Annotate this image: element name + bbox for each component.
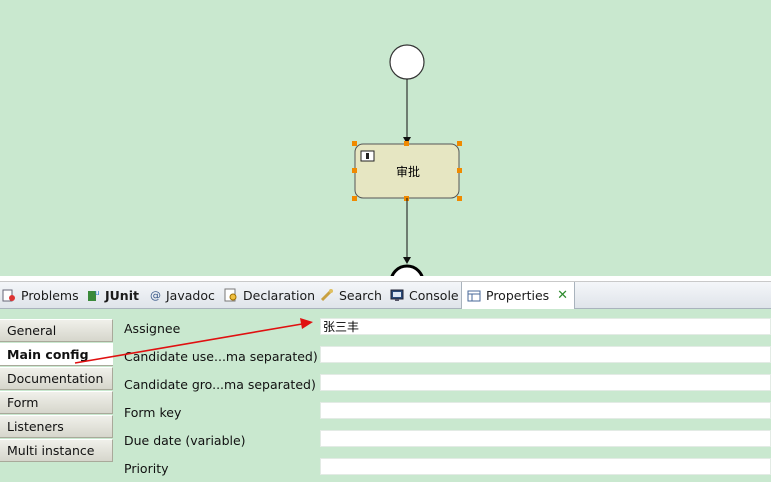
search-icon	[320, 288, 334, 302]
tab-label: Properties	[486, 288, 550, 303]
priority-label: Priority	[124, 461, 169, 476]
priority-field[interactable]	[320, 458, 771, 475]
due-date-field[interactable]	[320, 430, 771, 447]
end-event	[390, 264, 424, 276]
declaration-icon	[224, 288, 238, 302]
side-tab-form[interactable]: Form	[0, 391, 113, 414]
svg-text:u: u	[95, 289, 99, 297]
tab-label: Javadoc	[166, 287, 215, 303]
start-event	[389, 44, 425, 80]
tab-search[interactable]: Search	[320, 282, 382, 308]
side-tab-label: General	[7, 323, 57, 338]
sequence-flow-2-arrowhead	[403, 257, 411, 264]
tab-label: Declaration	[243, 287, 316, 303]
tab-label: Search	[339, 287, 382, 303]
side-tab-label: Listeners	[7, 419, 64, 434]
due-date-label: Due date (variable)	[124, 433, 246, 448]
side-tab-label: Form	[7, 395, 39, 410]
candidate-users-field[interactable]	[320, 346, 771, 363]
properties-side-tabs: General Main config Documentation Form L…	[0, 309, 114, 482]
side-tab-main-config[interactable]: Main config	[0, 343, 113, 366]
properties-icon	[467, 289, 481, 303]
views-tabbar: Problems u JUnit @ Javadoc Declaration S…	[0, 282, 771, 309]
junit-icon: u	[86, 288, 100, 302]
form-key-label: Form key	[124, 405, 182, 420]
tab-console[interactable]: Console	[390, 282, 459, 308]
tab-label: Problems	[21, 287, 79, 303]
candidate-users-label: Candidate use...ma separated)	[124, 349, 318, 364]
close-icon[interactable]: ✕	[557, 288, 568, 303]
problems-icon	[2, 288, 16, 302]
candidate-groups-label: Candidate gro...ma separated)	[124, 377, 316, 392]
side-tab-multi-instance[interactable]: Multi instance	[0, 439, 113, 462]
assignee-label: Assignee	[124, 321, 181, 336]
tab-declaration[interactable]: Declaration	[224, 282, 315, 308]
tab-properties[interactable]: Properties ✕	[461, 282, 576, 309]
tab-problems[interactable]: Problems	[2, 282, 79, 308]
side-tab-label: Documentation	[7, 371, 104, 386]
side-tab-label: Main config	[7, 347, 89, 362]
tab-javadoc[interactable]: @ Javadoc	[149, 282, 215, 308]
tab-label: Console	[409, 287, 459, 303]
candidate-groups-field[interactable]	[320, 374, 771, 391]
form-key-field[interactable]	[320, 402, 771, 419]
tab-junit[interactable]: u JUnit	[86, 282, 139, 308]
javadoc-icon: @	[149, 288, 161, 302]
console-icon	[390, 288, 404, 302]
side-tab-listeners[interactable]: Listeners	[0, 415, 113, 438]
tab-label: JUnit	[105, 287, 139, 303]
side-tab-general[interactable]: General	[0, 319, 113, 342]
side-tab-documentation[interactable]: Documentation	[0, 367, 113, 390]
user-task-label[interactable]: 审批	[356, 145, 460, 198]
side-tab-label: Multi instance	[7, 443, 95, 458]
svg-text:@: @	[150, 289, 161, 302]
assignee-field[interactable]	[320, 318, 771, 335]
process-diagram-canvas[interactable]: 审批	[0, 0, 771, 276]
